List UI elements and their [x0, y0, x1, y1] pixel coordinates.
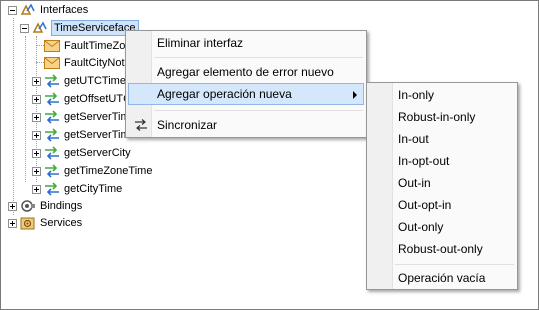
operation-arrows-icon: [44, 92, 60, 106]
menu-item-label: Out-opt-in: [398, 198, 452, 212]
expand-icon[interactable]: [8, 201, 17, 211]
interfaces-icon: [20, 3, 36, 17]
expand-icon[interactable]: [32, 76, 41, 86]
tree-guide: [13, 18, 14, 215]
menu-item-label: In-only: [398, 88, 435, 102]
tree-node-label: getUTCTime: [64, 75, 126, 87]
menu-item-label: Robust-in-only: [398, 110, 476, 124]
operation-arrows-icon: [44, 74, 60, 88]
tree-node-label: getServerTim: [64, 129, 130, 141]
tree-node-interfaces[interactable]: Interfaces: [8, 1, 89, 19]
submenu-item-robust-out-only[interactable]: Robust-out-only: [369, 238, 515, 260]
collapse-icon[interactable]: [8, 5, 17, 15]
context-menu: Eliminar interfaz Agregar elemento de er…: [125, 30, 367, 138]
menu-item-label: Agregar elemento de error nuevo: [157, 65, 334, 79]
tree-node-operation[interactable]: getServerTim: [32, 108, 131, 126]
envelope-icon: [44, 56, 60, 70]
collapse-icon[interactable]: [20, 23, 29, 33]
menu-item-label: Robust-out-only: [398, 242, 483, 256]
tree-guide: [36, 62, 44, 63]
submenu-item-in-out[interactable]: In-out: [369, 128, 515, 150]
operation-arrows-icon: [44, 128, 60, 142]
tree-node-fault[interactable]: FaultCityNotF: [44, 54, 132, 72]
expand-icon[interactable]: [8, 218, 17, 228]
tree-node-label: getServerTim: [64, 111, 130, 123]
menu-item-synchronize[interactable]: Sincronizar: [128, 114, 364, 136]
menu-item-add-fault[interactable]: Agregar elemento de error nuevo: [128, 61, 364, 83]
menu-item-delete-interface[interactable]: Eliminar interfaz: [128, 32, 364, 54]
tree-node-label: Services: [40, 217, 83, 229]
menu-item-add-operation[interactable]: Agregar operación nueva: [128, 83, 364, 105]
operation-arrows-icon: [44, 146, 60, 160]
tree-node-label: getCityTime: [64, 183, 123, 195]
menu-item-label: In-opt-out: [398, 154, 450, 168]
tree-node-time-service[interactable]: TimeServiceface: [20, 19, 139, 37]
menu-separator: [154, 110, 363, 111]
menu-separator: [154, 57, 363, 58]
tree-node-label: Bindings: [40, 200, 83, 212]
expand-icon[interactable]: [32, 94, 41, 104]
submenu-item-out-opt-in[interactable]: Out-opt-in: [369, 194, 515, 216]
submenu-item-robust-in-only[interactable]: Robust-in-only: [369, 106, 515, 128]
operation-arrows-icon: [44, 164, 60, 178]
expand-icon[interactable]: [32, 166, 41, 176]
expand-icon[interactable]: [32, 130, 41, 140]
menu-item-label: Operación vacía: [398, 271, 486, 285]
expand-icon[interactable]: [32, 148, 41, 158]
tree-node-services[interactable]: Services: [8, 214, 83, 232]
synchronize-icon: [133, 117, 149, 133]
submenu-item-out-in[interactable]: Out-in: [369, 172, 515, 194]
menu-item-label: Eliminar interfaz: [157, 36, 244, 50]
tree-node-operation[interactable]: getUTCTime: [32, 72, 127, 90]
menu-item-label: Agregar operación nueva: [157, 87, 292, 101]
tree-node-operation[interactable]: getOffsetUTC: [32, 90, 132, 108]
submenu-operation-patterns: In-only Robust-in-only In-out In-opt-out…: [366, 82, 518, 290]
menu-separator: [395, 264, 514, 265]
tree-node-label: getOffsetUTC: [64, 93, 132, 105]
submenu-item-out-only[interactable]: Out-only: [369, 216, 515, 238]
tree-guide: [25, 36, 26, 182]
menu-item-label: Out-only: [398, 220, 444, 234]
operation-arrows-icon: [44, 182, 60, 196]
tree-node-label: getTimeZoneTime: [64, 165, 153, 177]
services-icon: [20, 216, 36, 230]
tree-node-label: getServerCity: [64, 147, 131, 159]
operation-arrows-icon: [44, 110, 60, 124]
tree-node-operation[interactable]: getCityTime: [32, 180, 123, 198]
menu-item-label: Out-in: [398, 176, 431, 190]
tree-node-label: FaultCityNotF: [64, 57, 132, 69]
tree-node-bindings[interactable]: Bindings: [8, 197, 83, 215]
interface-icon: [32, 21, 48, 35]
tree-node-label: Interfaces: [40, 4, 89, 16]
tree-node-operation[interactable]: getTimeZoneTime: [32, 162, 153, 180]
submenu-item-in-opt-out[interactable]: In-opt-out: [369, 150, 515, 172]
expand-icon[interactable]: [32, 184, 41, 194]
envelope-icon: [44, 39, 60, 53]
submenu-arrow-icon: [353, 91, 357, 99]
submenu-item-in-only[interactable]: In-only: [369, 84, 515, 106]
tree-guide: [36, 45, 44, 46]
menu-item-label: Sincronizar: [157, 118, 218, 132]
bindings-icon: [20, 199, 36, 213]
submenu-item-empty-operation[interactable]: Operación vacía: [369, 267, 515, 289]
menu-item-label: In-out: [398, 132, 429, 146]
tree-node-operation[interactable]: getServerTim: [32, 126, 131, 144]
expand-icon[interactable]: [32, 112, 41, 122]
tree-node-operation[interactable]: getServerCity: [32, 144, 132, 162]
